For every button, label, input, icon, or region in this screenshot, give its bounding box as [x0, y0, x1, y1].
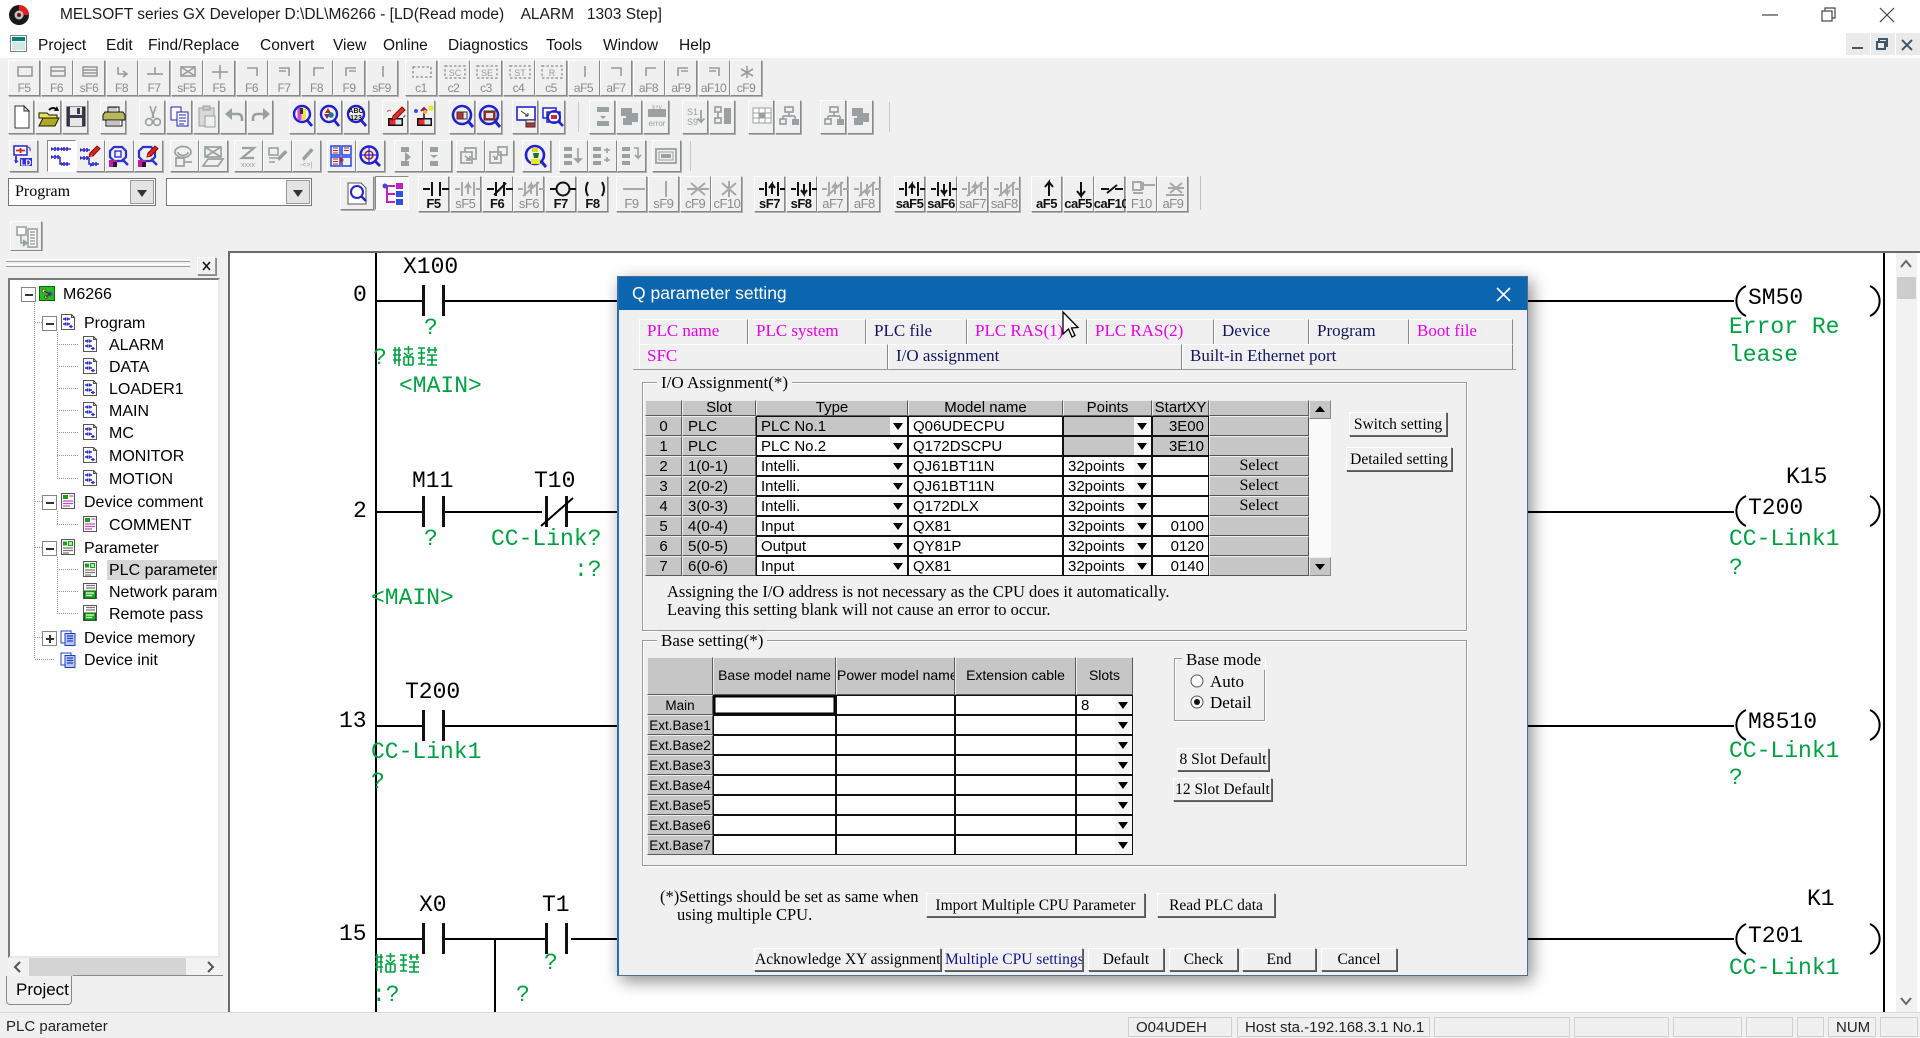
svg-text:-<>|: -<>| [300, 162, 313, 169]
svg-text:R: R [549, 68, 556, 78]
svg-text:S9: S9 [687, 117, 698, 127]
svg-text:xxxx: xxxx [241, 162, 256, 169]
svg-text:SC: SC [448, 68, 461, 78]
svg-text:SE: SE [481, 68, 493, 78]
svg-text:LD: LD [21, 159, 32, 168]
svg-text:k+v: k+v [652, 105, 662, 111]
svg-text:ST: ST [514, 68, 526, 78]
svg-text:error: error [649, 119, 666, 128]
svg-text:ABC: ABC [348, 108, 363, 115]
svg-text:S1: S1 [687, 107, 698, 117]
